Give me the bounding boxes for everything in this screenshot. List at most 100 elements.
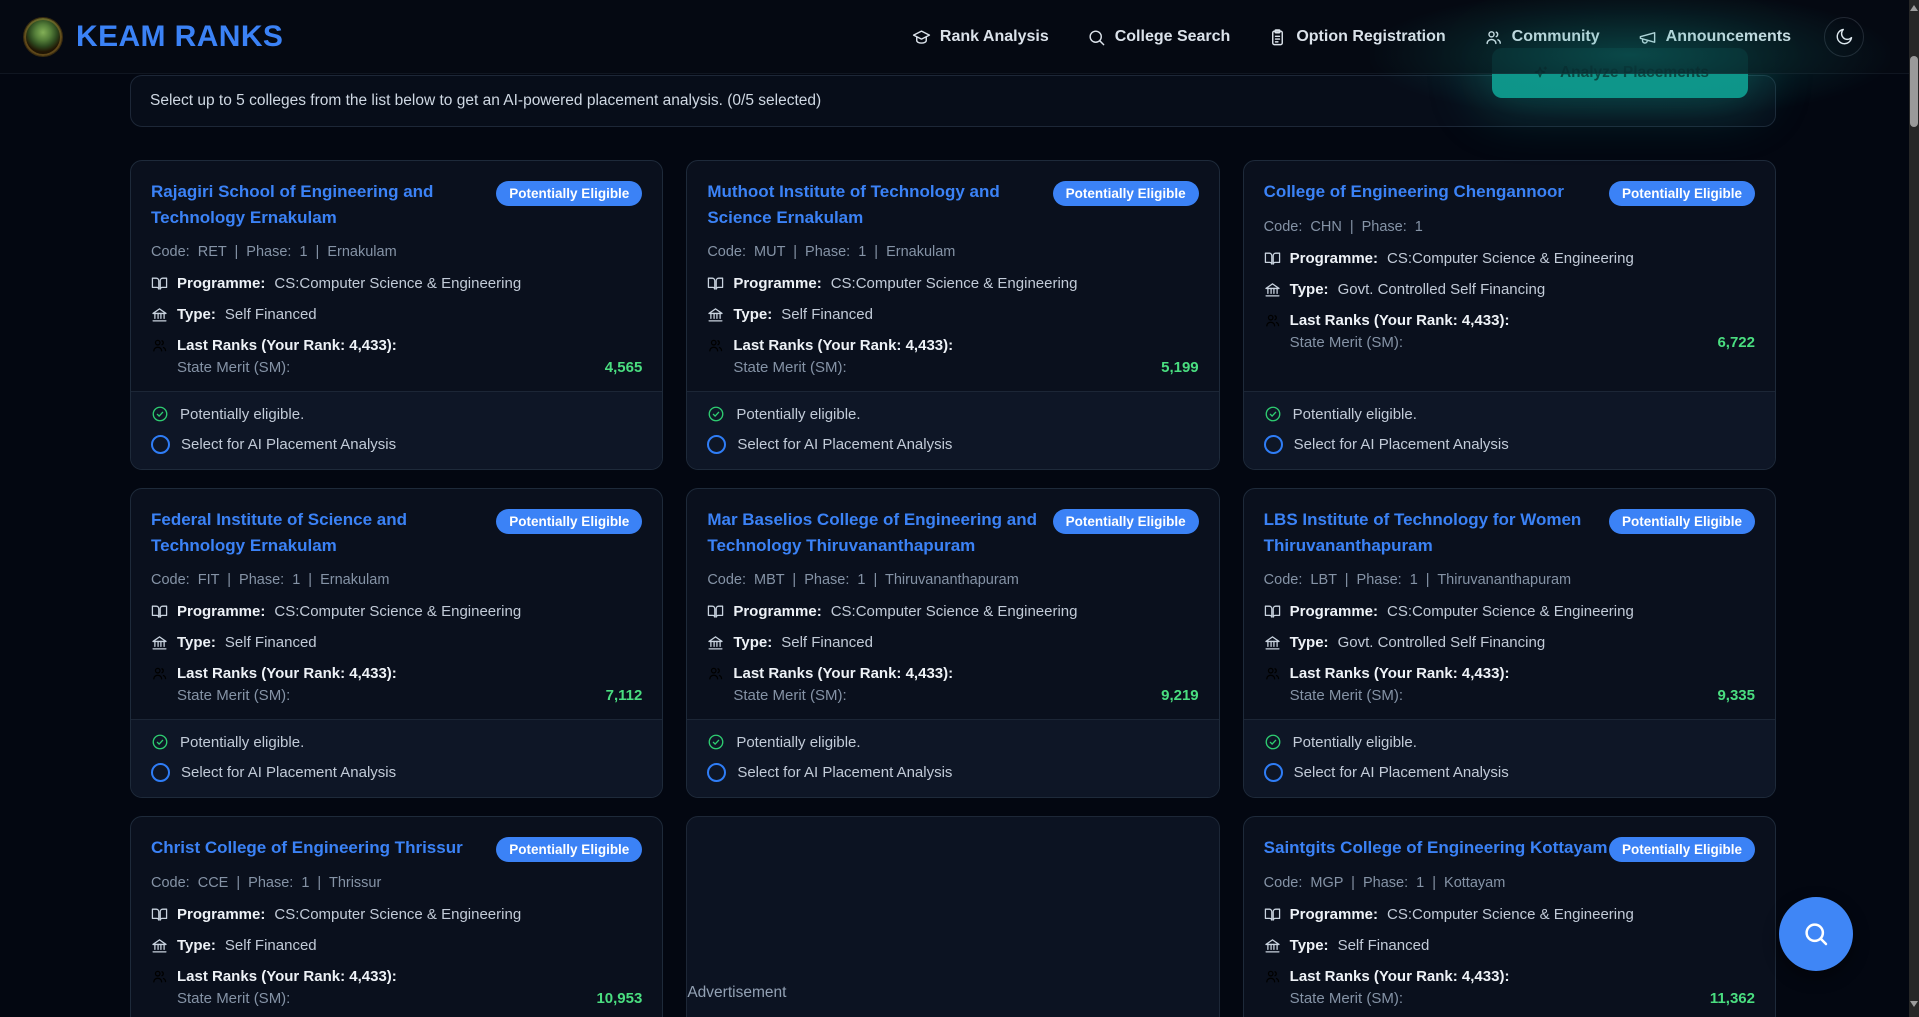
brand[interactable]: KEAM RANKS xyxy=(24,18,283,56)
nav-item-option-registration[interactable]: Option Registration xyxy=(1268,28,1445,47)
last-ranks-row: Last Ranks (Your Rank: 4,433): xyxy=(1264,664,1755,683)
keam-logo xyxy=(24,18,62,56)
select-radio[interactable] xyxy=(1264,435,1283,454)
state-merit-label: State Merit (SM): xyxy=(1290,990,1403,1008)
select-radio[interactable] xyxy=(151,435,170,454)
last-ranks-row: Last Ranks (Your Rank: 4,433): xyxy=(1264,311,1755,330)
card-footer: Potentially eligible. Select for AI Plac… xyxy=(1244,719,1775,797)
scrollbar-thumb[interactable] xyxy=(1910,56,1918,127)
nav-item-announcements[interactable]: Announcements xyxy=(1638,28,1791,47)
type-label: Type: xyxy=(177,305,216,324)
last-ranks-row: Last Ranks (Your Rank: 4,433): xyxy=(1264,967,1755,986)
eligibility-note-row: Potentially eligible. xyxy=(151,733,642,751)
state-merit-row: State Merit (SM): 9,219 xyxy=(707,687,1198,705)
select-row[interactable]: Select for AI Placement Analysis xyxy=(151,763,642,782)
programme-label: Programme: xyxy=(177,602,265,621)
people-icon xyxy=(151,665,168,682)
last-ranks-row: Last Ranks (Your Rank: 4,433): xyxy=(707,336,1198,355)
graduation-cap-icon xyxy=(912,28,931,47)
state-merit-label: State Merit (SM): xyxy=(177,359,290,377)
college-title[interactable]: College of Engineering Chengannoor xyxy=(1264,179,1564,205)
type-label: Type: xyxy=(177,936,216,955)
select-label[interactable]: Select for AI Placement Analysis xyxy=(737,436,952,453)
card-footer: Potentially eligible. Select for AI Plac… xyxy=(1244,391,1775,469)
college-meta: Code: CHN | Phase: 1 xyxy=(1264,219,1755,235)
select-label[interactable]: Select for AI Placement Analysis xyxy=(1294,436,1509,453)
nav-item-community[interactable]: Community xyxy=(1484,28,1600,47)
people-icon xyxy=(1264,968,1281,985)
programme-value: CS:Computer Science & Engineering xyxy=(1387,249,1634,268)
select-row[interactable]: Select for AI Placement Analysis xyxy=(1264,435,1755,454)
college-title[interactable]: Saintgits College of Engineering Kottaya… xyxy=(1264,835,1608,861)
last-ranks-row: Last Ranks (Your Rank: 4,433): xyxy=(151,336,642,355)
select-radio[interactable] xyxy=(707,763,726,782)
check-circle-icon xyxy=(1264,405,1282,423)
programme-row: Programme: CS:Computer Science & Enginee… xyxy=(1264,905,1755,924)
college-title[interactable]: Rajagiri School of Engineering and Techn… xyxy=(151,179,496,231)
advertisement-card: Advertisement xyxy=(686,816,1219,1017)
window-scrollbar[interactable] xyxy=(1909,0,1919,1017)
select-row[interactable]: Select for AI Placement Analysis xyxy=(151,435,642,454)
type-value: Self Financed xyxy=(1338,936,1430,955)
check-circle-icon xyxy=(151,405,169,423)
select-radio[interactable] xyxy=(707,435,726,454)
scrollbar-down-arrow[interactable] xyxy=(1910,1001,1918,1007)
programme-label: Programme: xyxy=(1290,249,1378,268)
programme-row: Programme: CS:Computer Science & Enginee… xyxy=(1264,249,1755,268)
book-icon xyxy=(707,275,724,292)
select-row[interactable]: Select for AI Placement Analysis xyxy=(1264,763,1755,782)
select-label[interactable]: Select for AI Placement Analysis xyxy=(181,436,396,453)
programme-label: Programme: xyxy=(733,602,821,621)
college-title[interactable]: LBS Institute of Technology for Women Th… xyxy=(1264,507,1609,559)
bank-icon xyxy=(707,306,724,323)
bank-icon xyxy=(1264,281,1281,298)
eligible-note: Potentially eligible. xyxy=(736,406,860,423)
programme-row: Programme: CS:Computer Science & Enginee… xyxy=(151,905,642,924)
state-merit-value: 6,722 xyxy=(1717,334,1755,352)
last-ranks-label: Last Ranks (Your Rank: 4,433): xyxy=(177,336,397,355)
college-title[interactable]: Christ College of Engineering Thrissur xyxy=(151,835,463,861)
people-icon xyxy=(1264,665,1281,682)
type-label: Type: xyxy=(733,633,772,652)
eligibility-badge: Potentially Eligible xyxy=(496,837,642,862)
theme-toggle-button[interactable] xyxy=(1824,17,1864,57)
select-label[interactable]: Select for AI Placement Analysis xyxy=(181,764,396,781)
eligible-note: Potentially eligible. xyxy=(180,734,304,751)
bank-icon xyxy=(151,306,168,323)
programme-value: CS:Computer Science & Engineering xyxy=(1387,602,1634,621)
nav-item-college-search[interactable]: College Search xyxy=(1087,28,1231,47)
select-row[interactable]: Select for AI Placement Analysis xyxy=(707,763,1198,782)
select-label[interactable]: Select for AI Placement Analysis xyxy=(1294,764,1509,781)
type-row: Type: Govt. Controlled Self Financing xyxy=(1264,280,1755,299)
college-card: Muthoot Institute of Technology and Scie… xyxy=(686,160,1219,470)
type-value: Self Financed xyxy=(225,633,317,652)
college-title[interactable]: Muthoot Institute of Technology and Scie… xyxy=(707,179,1052,231)
last-ranks-label: Last Ranks (Your Rank: 4,433): xyxy=(1290,967,1510,986)
book-icon xyxy=(151,603,168,620)
programme-label: Programme: xyxy=(1290,905,1378,924)
bank-icon xyxy=(1264,937,1281,954)
college-title[interactable]: Federal Institute of Science and Technol… xyxy=(151,507,496,559)
state-merit-row: State Merit (SM): 4,565 xyxy=(151,359,642,377)
book-icon xyxy=(1264,603,1281,620)
college-meta: Code: CCE | Phase: 1 | Thrissur xyxy=(151,875,642,891)
select-label[interactable]: Select for AI Placement Analysis xyxy=(737,764,952,781)
select-radio[interactable] xyxy=(1264,763,1283,782)
eligibility-badge: Potentially Eligible xyxy=(1053,181,1199,206)
nav-item-rank-analysis[interactable]: Rank Analysis xyxy=(912,28,1049,47)
search-icon xyxy=(1087,28,1106,47)
eligible-note: Potentially eligible. xyxy=(1293,406,1417,423)
eligibility-note-row: Potentially eligible. xyxy=(151,405,642,423)
select-row[interactable]: Select for AI Placement Analysis xyxy=(707,435,1198,454)
select-radio[interactable] xyxy=(151,763,170,782)
programme-row: Programme: CS:Computer Science & Enginee… xyxy=(707,602,1198,621)
search-icon xyxy=(1801,919,1831,949)
college-title[interactable]: Mar Baselios College of Engineering and … xyxy=(707,507,1052,559)
scrollbar-up-arrow[interactable] xyxy=(1910,5,1918,11)
state-merit-value: 5,199 xyxy=(1161,359,1199,377)
chat-search-fab[interactable] xyxy=(1779,897,1853,971)
book-icon xyxy=(707,603,724,620)
eligibility-badge: Potentially Eligible xyxy=(1609,837,1755,862)
eligible-note: Potentially eligible. xyxy=(736,734,860,751)
college-card: LBS Institute of Technology for Women Th… xyxy=(1243,488,1776,798)
